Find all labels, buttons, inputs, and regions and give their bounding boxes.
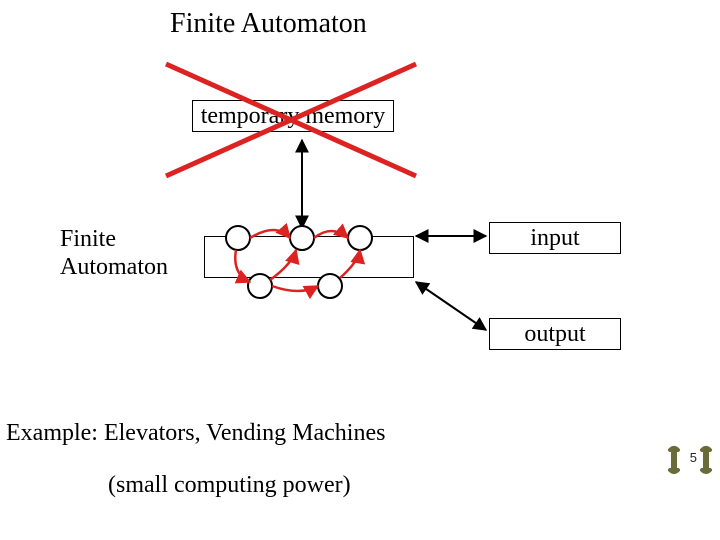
slide-number-badge: 5 <box>668 444 712 478</box>
input-label: input <box>490 223 620 254</box>
fa-side-label: Finite Automaton <box>60 226 168 281</box>
cpu-box <box>204 236 414 278</box>
example-caption: Example: Elevators, Vending Machines <box>6 420 385 447</box>
small-caption: (small computing power) <box>108 472 351 499</box>
temp-memory-box: temporary memory <box>192 100 394 132</box>
arrow-cpu-output <box>416 282 486 330</box>
output-box: output <box>489 318 621 350</box>
slide-title: Finite Automaton <box>170 8 367 40</box>
input-box: input <box>489 222 621 254</box>
temp-memory-label: temporary memory <box>193 101 393 132</box>
output-label: output <box>490 319 620 350</box>
slide-number: 5 <box>690 450 697 465</box>
slide: Finite Automaton temporary memory input … <box>0 0 720 540</box>
